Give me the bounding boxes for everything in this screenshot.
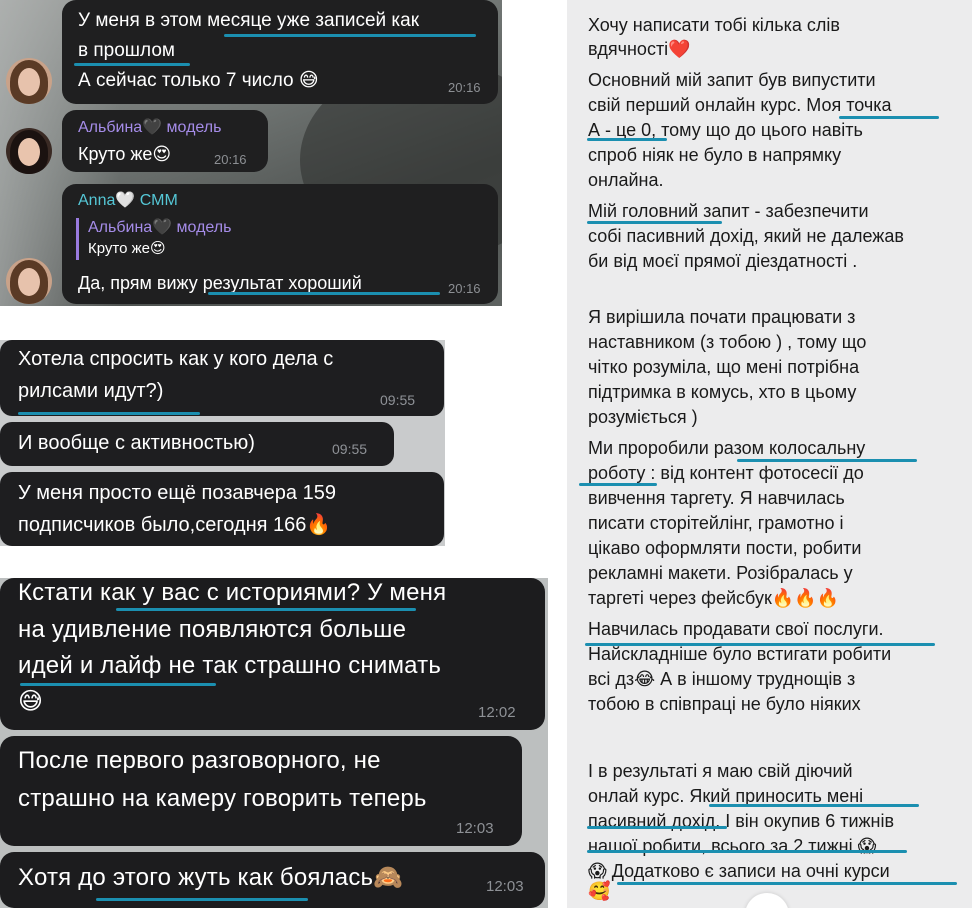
testimonial-text-line: наставником (з тобою ) , тому що	[588, 332, 867, 352]
testimonial-text-line: цікаво оформляти пости, робити	[588, 538, 862, 558]
highlight-underline	[579, 483, 657, 486]
message-timestamp: 09:55	[332, 441, 368, 457]
group-chat-screenshot: У меня в этом месяце уже записей как в п…	[0, 0, 502, 306]
testimonial-text-line: Навчилась продавати свої послуги.	[588, 619, 884, 639]
message-timestamp: 20:16	[214, 152, 247, 167]
message-bubble[interactable]: Anna🤍 СММ Альбина🖤 модель Круто же😍 Да, …	[62, 184, 498, 304]
avatar[interactable]	[6, 258, 52, 304]
highlight-underline	[617, 882, 957, 885]
highlight-underline	[587, 826, 727, 829]
testimonial-text-line: вдячності❤️	[588, 39, 691, 59]
testimonial-text-line: І в результаті я маю свій діючий	[588, 761, 853, 781]
message-text-line: После первого разговорного, не	[18, 747, 381, 774]
testimonial-text-line: рекламні макети. Розібралась у	[588, 563, 853, 583]
testimonial-text-line: таргеті через фейсбук🔥🔥🔥	[588, 588, 840, 608]
message-text-line: страшно на камеру говорить теперь	[18, 785, 427, 812]
sender-name[interactable]: Anna🤍 СММ	[78, 191, 178, 211]
message-text-line: А сейчас только 7 число 😅	[78, 70, 319, 91]
highlight-underline	[587, 850, 907, 853]
message-text-line: Кстати как у вас с историями? У меня	[18, 579, 447, 606]
highlight-underline	[20, 683, 216, 686]
message-bubble[interactable]: Кстати как у вас с историями? У меня на …	[0, 578, 545, 730]
testimonial-text-line: вивчення таргету. Я навчилась	[588, 488, 845, 508]
message-timestamp: 12:03	[456, 820, 494, 837]
testimonial-text-line: роботу : від контент фотосесії до	[588, 463, 864, 483]
message-text-line: на удивление появляются больше	[18, 616, 407, 643]
testimonial-message: Хочу написати тобі кілька слів вдячності❤…	[567, 0, 972, 908]
highlight-underline	[585, 643, 935, 646]
highlight-underline	[18, 412, 200, 415]
testimonial-text-line: 🥰	[588, 881, 611, 901]
message-timestamp: 20:16	[448, 281, 481, 296]
quote-text: Круто же😍	[88, 240, 166, 257]
message-text: И вообще с активностью)	[18, 432, 255, 454]
testimonial-text-line: чітко розуміла, що мені потрібна	[588, 357, 860, 377]
message-text-line: подписчиков было,сегодня 166🔥	[18, 514, 332, 536]
message-timestamp: 20:16	[448, 80, 481, 95]
message-text-line: 😅	[18, 688, 44, 715]
message-bubble[interactable]: Хотела спросить как у кого дела с рилсам…	[0, 340, 444, 416]
chat-screenshot-reels: Хотела спросить как у кого дела с рилсам…	[0, 340, 445, 546]
message-text-line: идей и лайф не так страшно снимать	[18, 652, 442, 679]
message-text-line: У меня просто ещё позавчера 159	[18, 482, 336, 504]
testimonial-text-line: Мій головний запит - забезпечити	[588, 201, 869, 221]
highlight-underline	[116, 608, 416, 611]
testimonial-text-line: Найскладніше було встигати робити	[588, 644, 892, 664]
avatar[interactable]	[6, 128, 52, 174]
scroll-down-button[interactable]	[745, 893, 789, 908]
message-timestamp: 12:03	[486, 878, 524, 895]
highlight-underline	[96, 898, 308, 901]
reply-quote[interactable]: Альбина🖤 модель Круто же😍	[76, 218, 231, 260]
testimonial-text-line: підтримка в комусь, хто в цьому	[588, 382, 857, 402]
highlight-underline	[224, 34, 476, 37]
highlight-underline	[587, 221, 722, 224]
message-text-line: У меня в этом месяце уже записей как	[78, 10, 420, 31]
message-bubble[interactable]: После первого разговорного, не страшно н…	[0, 736, 522, 846]
message-timestamp: 12:02	[478, 704, 516, 721]
chat-screenshot-stories: Кстати как у вас с историями? У меня на …	[0, 578, 548, 908]
highlight-underline	[587, 138, 667, 141]
avatar[interactable]	[6, 58, 52, 104]
testimonial-text-line: спроб ніяк не було в напрямку	[588, 145, 842, 165]
testimonial-text-line: би від моєї прямої діездатності .	[588, 251, 858, 271]
testimonial-text-line: 😱 Додатково є записи на очні курси	[588, 861, 890, 881]
highlight-underline	[737, 459, 917, 462]
testimonial-text-line: Основний мій запит був випустити	[588, 70, 876, 90]
message-timestamp: 09:55	[380, 392, 416, 408]
message-bubble[interactable]: Альбина🖤 модель Круто же😍 20:16	[62, 110, 268, 172]
testimonial-text-line: Ми проробили разом колосальну	[588, 438, 866, 458]
highlight-underline	[839, 116, 939, 119]
highlight-underline	[208, 292, 440, 295]
testimonial-text-line: свій перший онлайн курс. Моя точка	[588, 95, 892, 115]
message-text: Круто же😍	[78, 144, 172, 164]
testimonial-text-line: нашої робити, всього за 2 тижні 😱	[588, 836, 877, 856]
testimonial-text-line: всі дз😂 А в іншому труднощів з	[588, 669, 856, 689]
highlight-underline	[74, 63, 190, 66]
sender-name[interactable]: Альбина🖤 модель	[78, 118, 221, 138]
message-bubble[interactable]: У меня в этом месяце уже записей как в п…	[62, 0, 498, 104]
highlight-underline	[709, 804, 919, 807]
testimonial-text-line: онлайна.	[588, 170, 664, 190]
message-text-line: Хотела спросить как у кого дела с	[18, 348, 334, 370]
testimonial-text-line: писати сторітейлінг, грамотно і	[588, 513, 844, 533]
message-text-line: в прошлом	[78, 40, 175, 61]
quote-sender: Альбина🖤 модель	[88, 219, 232, 236]
testimonial-text-line: Я вирішила почати працювати з	[588, 307, 856, 327]
testimonial-text-line: Хочу написати тобі кілька слів	[588, 15, 840, 35]
message-text-line: рилсами идут?)	[18, 380, 164, 402]
message-bubble[interactable]: У меня просто ещё позавчера 159 подписчи…	[0, 472, 444, 546]
testimonial-text-line: розуміється )	[588, 407, 698, 427]
message-bubble[interactable]: И вообще с активностью) 09:55	[0, 422, 394, 466]
testimonial-text-line: тобою в співпраці не було ніяких	[588, 694, 861, 714]
message-text: Хотя до этого жуть как боялась🙈	[18, 864, 404, 891]
testimonial-text-line: собі пасивний дохід, який не далежав	[588, 226, 904, 246]
